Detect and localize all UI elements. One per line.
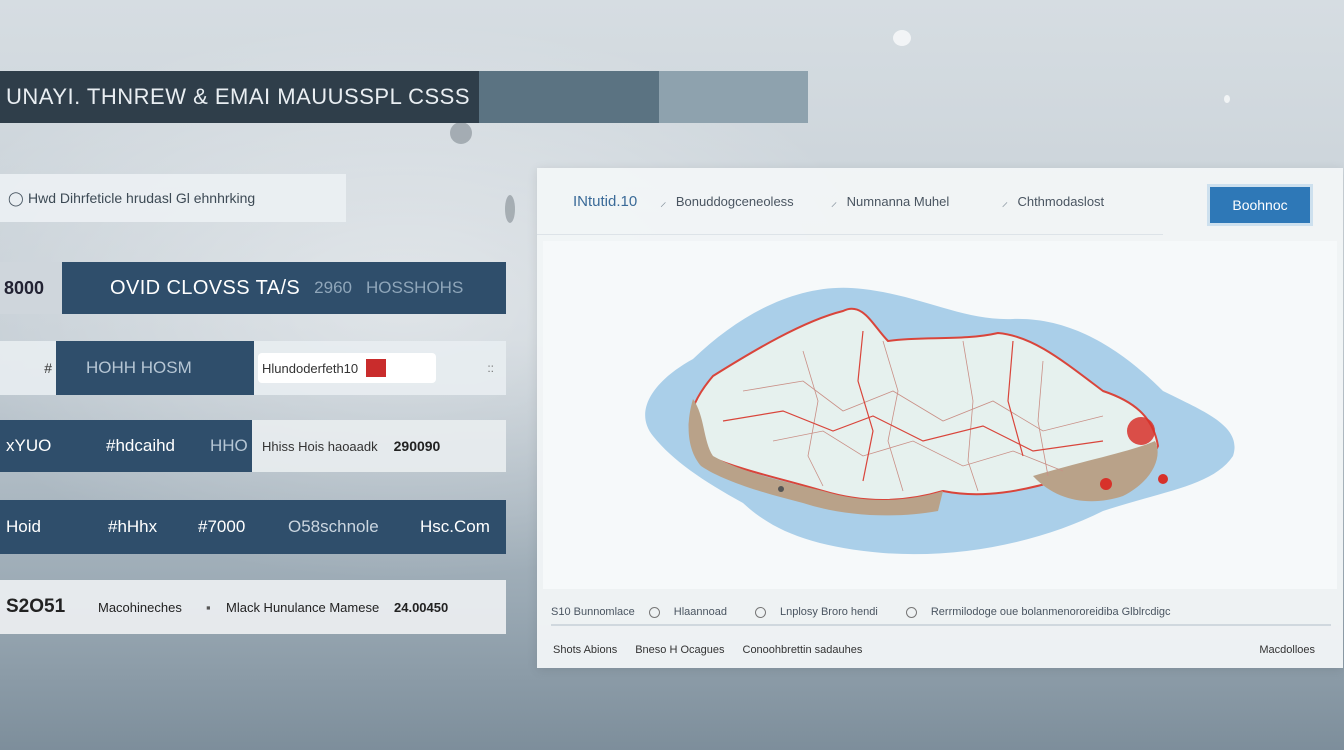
map-pin-icon bbox=[1158, 474, 1168, 484]
circle-icon bbox=[648, 606, 660, 618]
separator-icon: ⸝ bbox=[659, 194, 667, 209]
row-value: O58schnole bbox=[288, 517, 379, 536]
list-row[interactable]: xYUO #hdcaihd HHO Hhiss Hois haoaadk 290… bbox=[0, 420, 506, 472]
row-value: HHO bbox=[210, 436, 248, 455]
row-dark-block: xYUO #hdcaihd HHO bbox=[0, 420, 252, 472]
filter-bar[interactable]: ◯ Hwd Dihrfeticle hrudasl Gl ehnhrking bbox=[0, 174, 346, 222]
legend-label: Lnplosy Broro hendi bbox=[780, 606, 878, 618]
app-title: UNAYI. THNREW & EMAI MAUUSSPL CSSS bbox=[0, 71, 479, 123]
row-lead: # bbox=[44, 360, 52, 376]
list-row[interactable]: # HOHH HOSM Hlundoderfeth10 :: bbox=[0, 341, 506, 395]
separator-icon: ⸝ bbox=[830, 194, 838, 209]
map-panel: INtutid.10 ⸝ Bonuddogceneoless ⸝ Numnann… bbox=[537, 168, 1343, 668]
row-value: Macohineches bbox=[98, 599, 182, 615]
row-amount: 290090 bbox=[393, 438, 441, 454]
map-svg bbox=[645, 287, 1235, 555]
pill-label: Hlundoderfeth10 bbox=[262, 360, 359, 376]
map-pin-icon bbox=[1100, 478, 1112, 490]
footer-link[interactable]: Shots Abions bbox=[553, 644, 617, 656]
map-legend: S10 Bunnomlace Hlaannoad Lnplosy Broro h… bbox=[551, 600, 1331, 626]
row-link[interactable]: Hsc.Com bbox=[420, 517, 490, 537]
map-pin-icon bbox=[1127, 417, 1155, 445]
legend-label: Rerrmilodoge oue bolanmenororeidiba Glbl… bbox=[930, 606, 1171, 618]
row-pill[interactable]: Hlundoderfeth10 bbox=[258, 353, 436, 383]
row-value: #7000 bbox=[198, 517, 246, 536]
circle-icon bbox=[755, 606, 766, 618]
action-button[interactable]: Boohnoc bbox=[1210, 187, 1310, 223]
row-value: 2960 bbox=[314, 278, 352, 297]
title-bar-segment bbox=[479, 71, 659, 123]
row-tag: 8000 bbox=[0, 262, 62, 314]
speck bbox=[505, 195, 515, 223]
legend-item: Rerrmilodoge oue bolanmenororeidiba Glbl… bbox=[905, 606, 1185, 618]
title-bar-segment bbox=[659, 71, 808, 123]
title-bar: UNAYI. THNREW & EMAI MAUUSSPL CSSS bbox=[0, 71, 808, 123]
speck bbox=[1224, 95, 1230, 103]
row-title: Hoid bbox=[6, 517, 41, 536]
footer-link[interactable]: Bneso H Ocagues bbox=[635, 644, 724, 656]
map-view[interactable] bbox=[543, 241, 1337, 589]
row-title: OVID CLOVSS TA/S bbox=[110, 276, 301, 299]
footer-link[interactable]: Conoohbrettin sadauhes bbox=[743, 644, 863, 656]
row-title: HOHH HOSM bbox=[56, 341, 254, 395]
flag-icon bbox=[366, 359, 387, 377]
circle-icon: ◯ bbox=[8, 189, 24, 206]
panel-toolbar: INtutid.10 ⸝ Bonuddogceneoless ⸝ Numnann… bbox=[537, 168, 1163, 235]
legend-item: Lnplosy Broro hendi bbox=[755, 606, 892, 618]
circle-icon bbox=[905, 606, 917, 618]
row-value: HOSSHOHS bbox=[366, 278, 464, 297]
filter-text: Hwd Dihrfeticle hrudasl Gl ehnhrking bbox=[28, 190, 256, 206]
row-title: S2O51 bbox=[6, 596, 66, 617]
row-value: #hdcaihd bbox=[106, 436, 176, 455]
panel-footer: Shots Abions Bneso H Ocagues Conoohbrett… bbox=[553, 638, 1333, 662]
legend-label: Hlaannoad bbox=[673, 606, 727, 618]
panel-brand: INtutid.10 bbox=[573, 192, 638, 210]
toolbar-item[interactable]: Numnanna Muhel bbox=[847, 194, 993, 209]
row-title: xYUO bbox=[6, 436, 52, 455]
toolbar-item[interactable]: Bonuddogceneoless bbox=[676, 194, 822, 209]
row-desc: Mlack Hunulance Mamese bbox=[226, 599, 380, 615]
separator-icon: ⸝ bbox=[1001, 194, 1009, 209]
bullet-icon: ▪ bbox=[206, 599, 211, 615]
list-row[interactable]: S2O51 Macohineches ▪ Mlack Hunulance Mam… bbox=[0, 580, 506, 634]
speck bbox=[450, 122, 472, 144]
row-amount: 24.00450 bbox=[394, 599, 449, 615]
toolbar-item[interactable]: Chthmodaslost bbox=[1017, 194, 1163, 209]
map-pin-icon bbox=[778, 486, 784, 492]
row-value: #hHhx bbox=[108, 517, 158, 536]
row-more[interactable]: :: bbox=[487, 361, 494, 375]
row-desc: Hhiss Hois haoaadk bbox=[262, 438, 378, 454]
legend-item: S10 Bunnomlace bbox=[551, 606, 635, 618]
speck bbox=[893, 30, 911, 46]
footer-link[interactable]: Macdolloes bbox=[1259, 644, 1315, 656]
list-row[interactable]: 8000 OVID CLOVSS TA/S 2960 HOSSHOHS bbox=[0, 262, 506, 314]
legend-item: Hlaannoad bbox=[648, 606, 741, 618]
list-row[interactable]: Hoid #hHhx #7000 O58schnole Hsc.Com bbox=[0, 500, 506, 554]
